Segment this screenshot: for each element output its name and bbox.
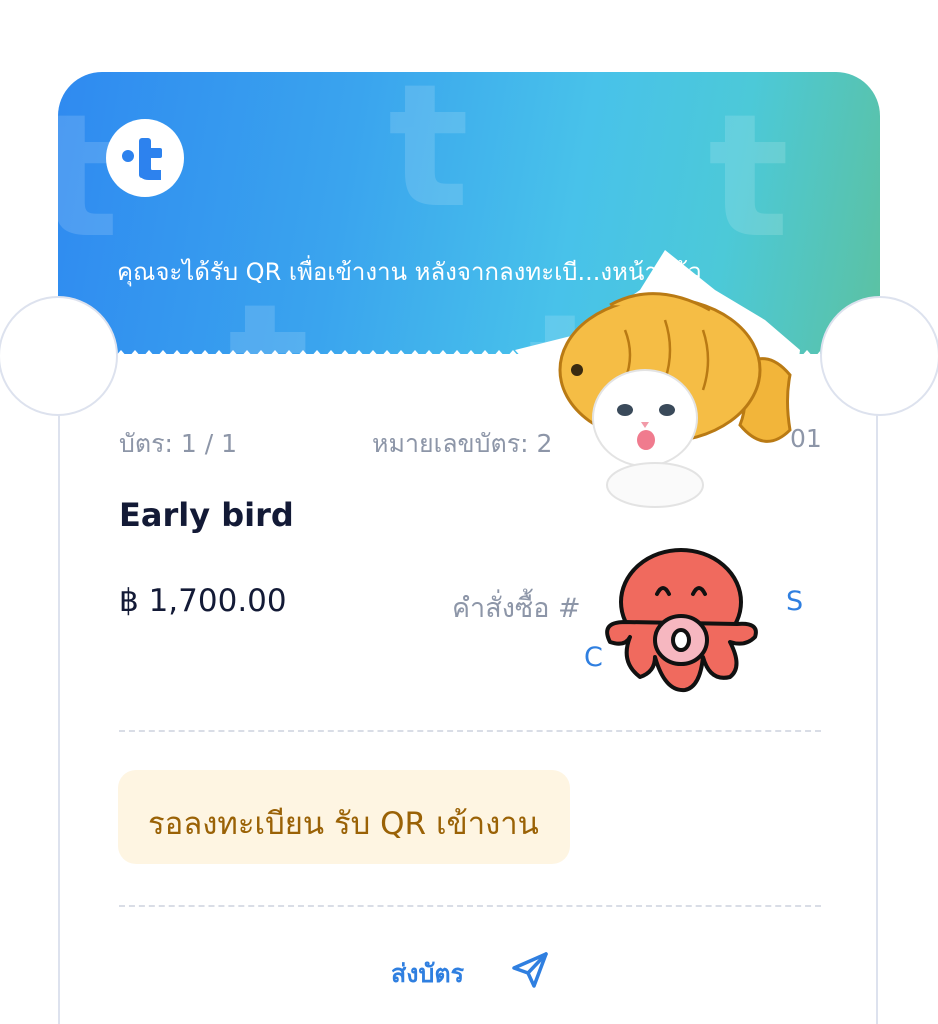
order-label: คำสั่งซื้อ # [452, 593, 581, 624]
card-count-label: บัตร: 1 / 1 [119, 429, 238, 458]
ticket-notch-left [0, 296, 118, 416]
order-number-tail[interactable]: S [786, 586, 803, 617]
send-ticket-label: ส่งบัตร [391, 959, 464, 988]
status-badge-label: รอลงทะเบียน รับ QR เข้างาน [148, 806, 539, 842]
ticket-screen: t t t t t คุณจะได้รับ QR เพื่อเข้างาน หล… [0, 0, 938, 1024]
cat-taiyaki-sticker [515, 250, 800, 512]
octopus-sticker [598, 544, 767, 704]
send-ticket-button[interactable]: ส่งบัตร [386, 944, 556, 996]
paper-plane-icon [512, 952, 548, 988]
ticket-price: ฿ 1,700.00 [119, 583, 287, 619]
divider [119, 905, 821, 907]
app-logo-icon [106, 119, 184, 197]
divider [119, 730, 821, 732]
ticket-type-name: Early bird [119, 496, 294, 534]
ticket-notch-right [820, 296, 938, 416]
